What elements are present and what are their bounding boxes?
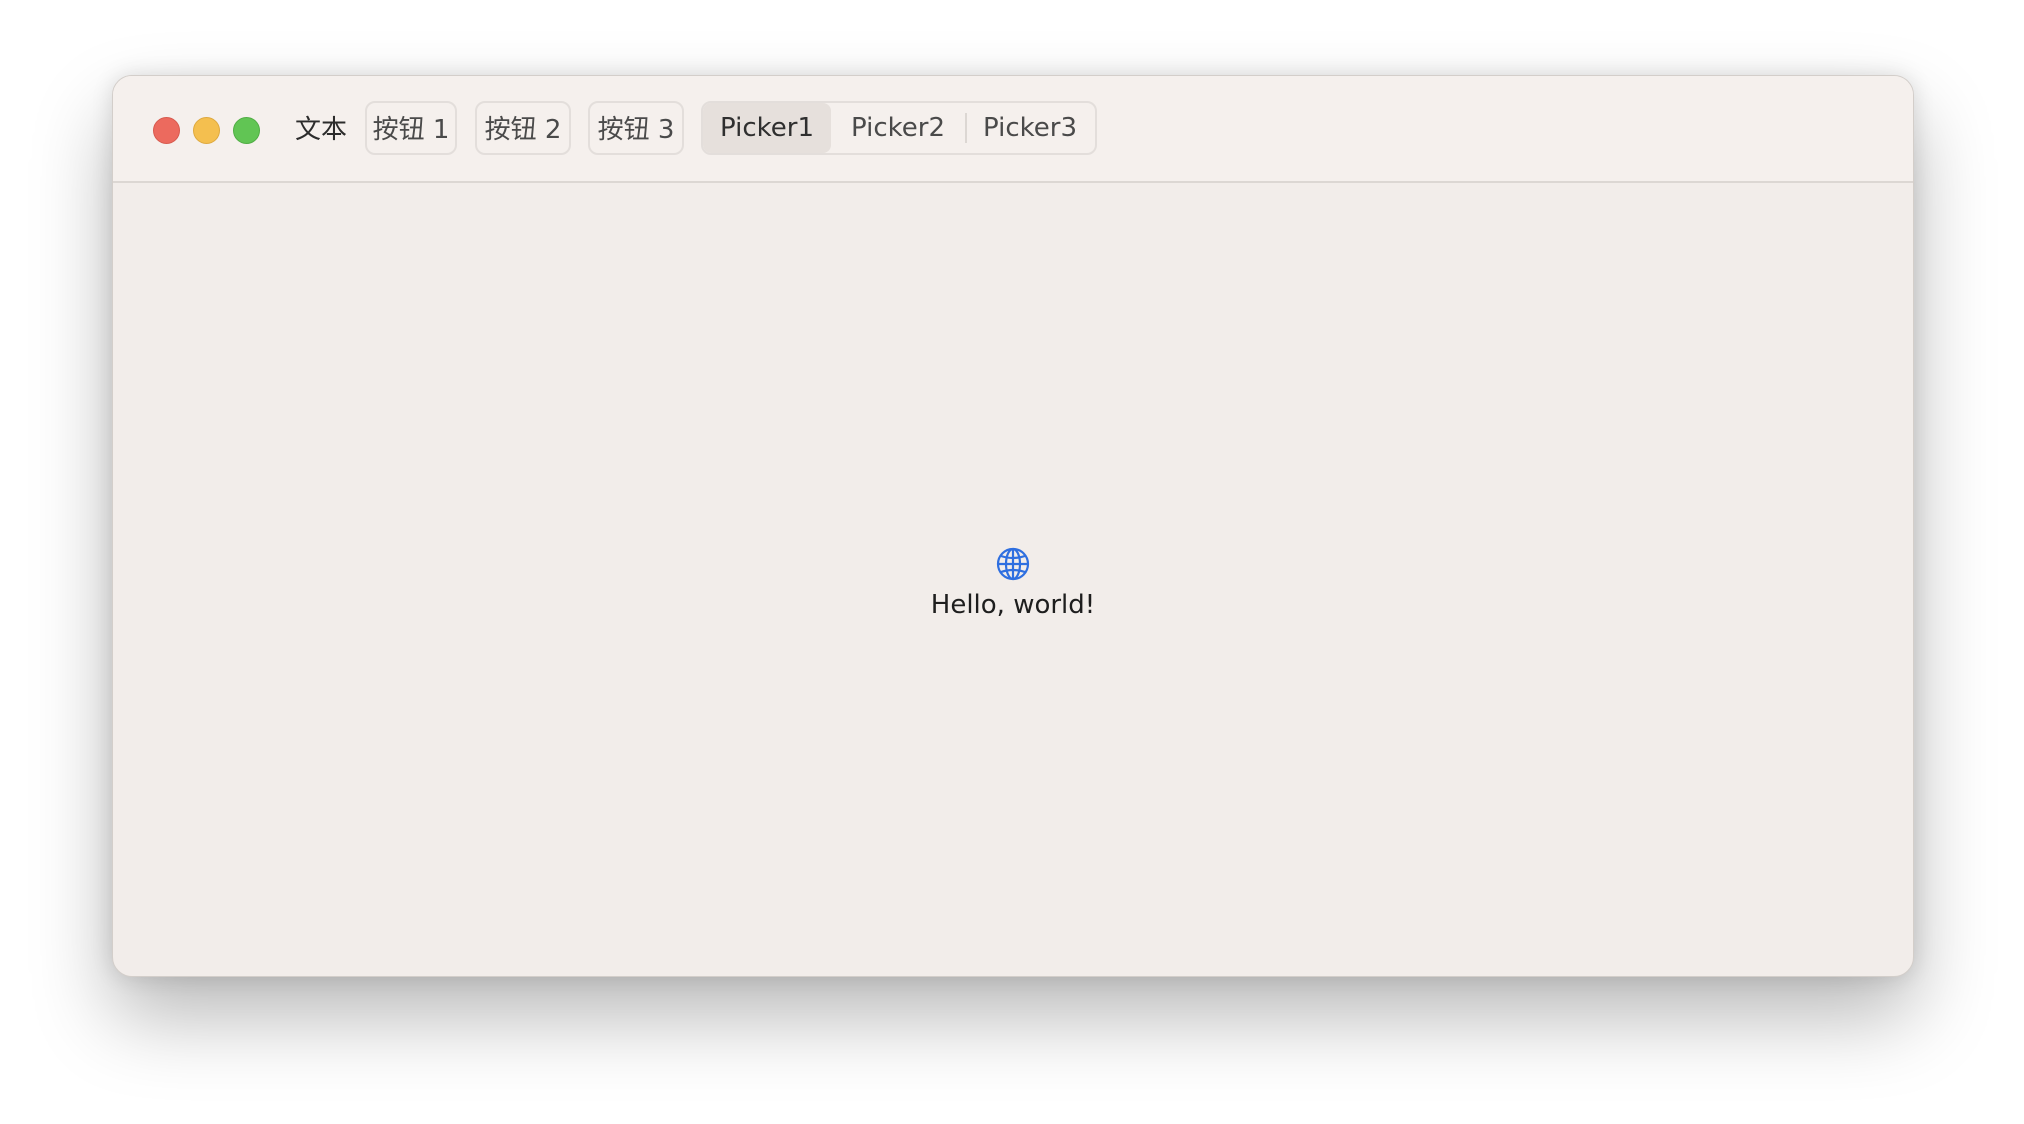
- minimize-window-button[interactable]: [193, 117, 220, 144]
- close-window-button[interactable]: [153, 117, 180, 144]
- segmented-picker: Picker1 Picker2 Picker3: [701, 101, 1097, 155]
- globe-icon: [995, 546, 1031, 582]
- toolbar-button-1[interactable]: 按钮 1: [365, 101, 457, 155]
- toolbar: 文本 按钮 1 按钮 2 按钮 3 Picker1 Picker2 Picker…: [113, 76, 1913, 183]
- toolbar-text-label: 文本: [295, 115, 348, 145]
- picker-segment-3[interactable]: Picker3: [965, 103, 1095, 153]
- picker-segment-2[interactable]: Picker2: [831, 103, 965, 153]
- toolbar-button-3[interactable]: 按钮 3: [588, 101, 684, 155]
- main-content: Hello, world!: [113, 546, 1913, 620]
- toolbar-button-2[interactable]: 按钮 2: [475, 101, 571, 155]
- app-window: 文本 按钮 1 按钮 2 按钮 3 Picker1 Picker2 Picker…: [112, 75, 1914, 977]
- hello-message: Hello, world!: [930, 590, 1096, 620]
- maximize-window-button[interactable]: [233, 117, 260, 144]
- picker-segment-1[interactable]: Picker1: [703, 103, 831, 153]
